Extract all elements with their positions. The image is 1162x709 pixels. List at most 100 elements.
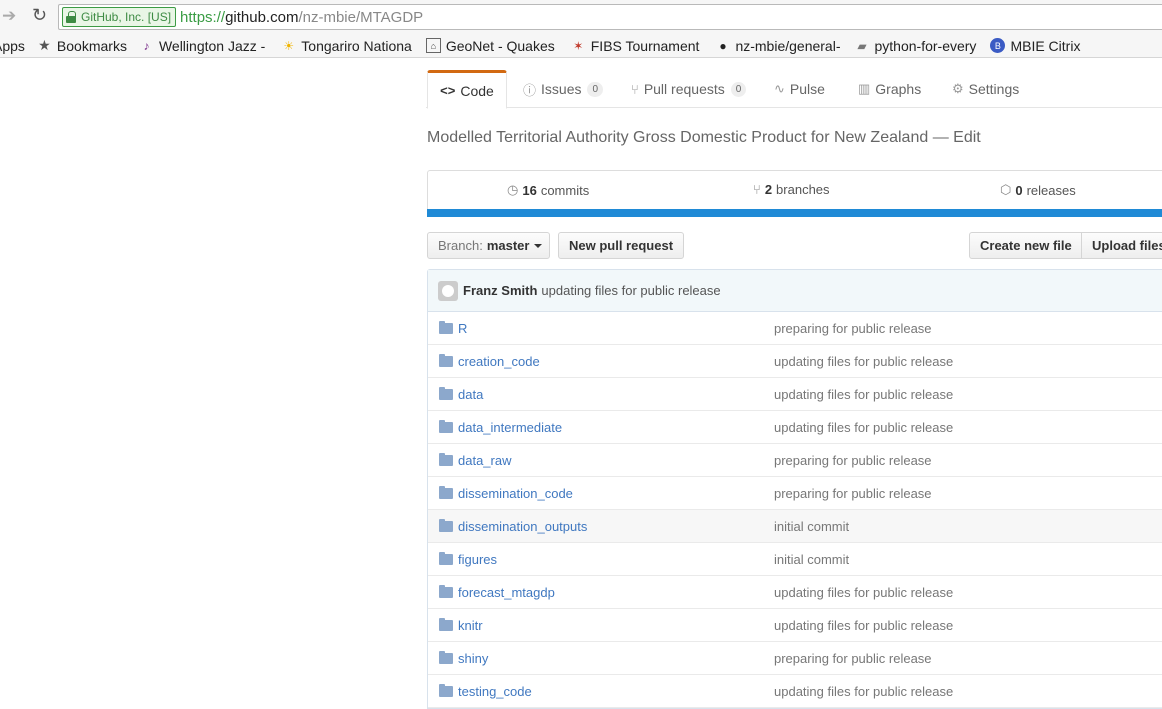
file-commit-message[interactable]: preparing for public release bbox=[774, 453, 932, 468]
commit-author[interactable]: Franz Smith bbox=[463, 283, 537, 298]
file-row: data updating files for public release bbox=[428, 378, 1162, 411]
tab-pull-requests[interactable]: ⑂ Pull requests 0 bbox=[631, 70, 747, 108]
folder-icon bbox=[439, 386, 453, 400]
bookmark-apps[interactable]: Apps bbox=[0, 34, 25, 57]
file-name-link[interactable]: dissemination_code bbox=[458, 486, 573, 501]
commit-message[interactable]: updating files for public release bbox=[541, 283, 720, 298]
numbers-summary: ◷ 16 commits ⑂ 2 branches ⬡ 0 releases bbox=[427, 170, 1162, 210]
file-row: data_raw preparing for public release bbox=[428, 444, 1162, 477]
issues-counter: 0 bbox=[587, 81, 604, 97]
tab-code[interactable]: <> Code bbox=[427, 70, 507, 109]
caret-down-icon bbox=[534, 243, 543, 248]
branch-select-button[interactable]: Branch: master bbox=[427, 232, 550, 259]
bookmark-nz-mbie-general[interactable]: ● nz-mbie/general- bbox=[715, 34, 840, 57]
folder-icon: ▰ bbox=[857, 38, 867, 53]
file-name-link[interactable]: data bbox=[458, 387, 483, 402]
lock-icon bbox=[66, 11, 76, 23]
graph-icon: ▥ bbox=[858, 81, 871, 96]
file-name-link[interactable]: dissemination_outputs bbox=[458, 519, 587, 534]
language-bar[interactable] bbox=[427, 209, 1162, 217]
file-name-link[interactable]: R bbox=[458, 321, 467, 336]
bookmark-tongariro[interactable]: ☀ Tongariro Nationa bbox=[281, 34, 411, 57]
tab-settings[interactable]: ⚙ Settings bbox=[952, 70, 1019, 108]
repo-nav: <> Code ⓘ Issues 0 ⑂ Pull requests 0 ∿ P… bbox=[426, 70, 1162, 109]
history-icon: ◷ bbox=[507, 182, 519, 197]
avatar[interactable] bbox=[438, 280, 458, 301]
file-row: shiny preparing for public release bbox=[428, 642, 1162, 675]
bookmark-python-for-every[interactable]: ▰ python-for-every bbox=[855, 34, 976, 57]
file-name-link[interactable]: data_raw bbox=[458, 453, 511, 468]
file-row: data_intermediate updating files for publ… bbox=[428, 411, 1162, 444]
file-commit-message[interactable]: preparing for public release bbox=[774, 321, 932, 336]
file-name-link[interactable]: creation_code bbox=[458, 354, 540, 369]
pull-request-icon: ⑂ bbox=[631, 81, 639, 97]
file-name-link[interactable]: forecast_mtagdp bbox=[458, 585, 555, 600]
reload-icon[interactable]: ↻ bbox=[32, 5, 47, 26]
jazz-icon: ♪ bbox=[143, 38, 150, 53]
file-name-link[interactable]: knitr bbox=[458, 618, 483, 633]
file-commit-message[interactable]: updating files for public release bbox=[774, 585, 953, 600]
fibs-icon: ✶ bbox=[573, 38, 584, 53]
file-commit-message[interactable]: updating files for public release bbox=[774, 684, 953, 699]
ev-certificate-badge[interactable]: GitHub, Inc. [US] bbox=[62, 7, 177, 27]
new-pull-request-button[interactable]: New pull request bbox=[558, 232, 685, 259]
edit-description-link[interactable]: Edit bbox=[953, 129, 981, 146]
file-row: forecast_mtagdp updating files for public… bbox=[428, 576, 1162, 609]
file-row: knitr updating files for public release bbox=[428, 609, 1162, 642]
tab-pulse[interactable]: ∿ Pulse bbox=[774, 70, 825, 108]
forward-icon[interactable]: ➔ bbox=[2, 6, 16, 26]
branch-icon: ⑂ bbox=[753, 182, 761, 197]
file-commit-message[interactable]: updating files for public release bbox=[774, 354, 953, 369]
file-name-link[interactable]: shiny bbox=[458, 651, 488, 666]
branches-link[interactable]: ⑂ 2 branches bbox=[753, 182, 830, 197]
folder-icon bbox=[439, 683, 453, 697]
file-navigation: Franz Smith updating files for public re… bbox=[427, 269, 1162, 709]
create-new-file-button[interactable]: Create new file bbox=[969, 232, 1083, 259]
file-commit-message[interactable]: preparing for public release bbox=[774, 486, 932, 501]
folder-icon bbox=[439, 617, 453, 631]
browser-toolbar: ➔ ↻ GitHub, Inc. [US] https://github.com… bbox=[0, 0, 1162, 34]
bookmark-folder-bookmarks[interactable]: ★ Bookmarks bbox=[37, 34, 127, 57]
file-commit-message[interactable]: initial commit bbox=[774, 519, 849, 534]
folder-icon bbox=[439, 419, 453, 433]
bookmark-mbie-citrix[interactable]: B MBIE Citrix bbox=[990, 34, 1080, 57]
ev-label: GitHub, Inc. [US] bbox=[81, 10, 172, 24]
bookmark-wellington-jazz[interactable]: ♪ Wellington Jazz - bbox=[139, 34, 265, 57]
tab-issues[interactable]: ⓘ Issues 0 bbox=[523, 70, 604, 108]
file-name-link[interactable]: data_intermediate bbox=[458, 420, 562, 435]
folder-icon bbox=[439, 551, 453, 565]
file-commit-message[interactable]: updating files for public release bbox=[774, 387, 953, 402]
weather-icon: ☀ bbox=[283, 38, 295, 53]
bookmark-label: Apps bbox=[0, 37, 25, 54]
file-name-link[interactable]: testing_code bbox=[458, 684, 532, 699]
file-commit-message[interactable]: updating files for public release bbox=[774, 618, 953, 633]
folder-icon bbox=[439, 353, 453, 367]
url-text[interactable]: https://github.com/nz-mbie/MTAGDP bbox=[180, 9, 423, 26]
latest-commit: Franz Smith updating files for public re… bbox=[428, 270, 1162, 312]
file-row: Rpreparing for public release bbox=[428, 312, 1162, 345]
file-name-link[interactable]: figures bbox=[458, 552, 497, 567]
pulse-icon: ∿ bbox=[774, 81, 785, 96]
tab-graphs[interactable]: ▥ Graphs bbox=[858, 70, 921, 108]
tag-icon: ⬡ bbox=[1000, 182, 1012, 197]
file-row: creation_code updating files for public r… bbox=[428, 345, 1162, 378]
bookmarks-bar: Apps ★ Bookmarks ♪ Wellington Jazz - ☀ T… bbox=[0, 34, 1162, 58]
gear-icon: ⚙ bbox=[952, 81, 964, 96]
issue-icon: ⓘ bbox=[523, 82, 537, 98]
folder-icon bbox=[439, 452, 453, 466]
upload-files-button[interactable]: Upload files bbox=[1081, 232, 1162, 259]
folder-icon bbox=[439, 485, 453, 499]
commits-link[interactable]: ◷ 16 commits bbox=[507, 182, 589, 198]
address-bar[interactable]: GitHub, Inc. [US] https://github.com/nz-… bbox=[58, 4, 1162, 30]
releases-link[interactable]: ⬡ 0 releases bbox=[1000, 182, 1076, 198]
geonet-icon: ⌂ bbox=[425, 38, 441, 53]
file-row: dissemination_code preparing for public r… bbox=[428, 477, 1162, 510]
file-commit-message[interactable]: updating files for public release bbox=[774, 420, 953, 435]
file-commit-message[interactable]: preparing for public release bbox=[774, 651, 932, 666]
bookmark-geonet[interactable]: ⌂ GeoNet - Quakes bbox=[425, 34, 555, 57]
file-commit-message[interactable]: initial commit bbox=[774, 552, 849, 567]
folder-icon bbox=[439, 518, 453, 532]
bookmark-fibs[interactable]: ✶ FIBS Tournament bbox=[571, 34, 699, 57]
repo-description: Modelled Territorial Authority Gross Dom… bbox=[427, 129, 981, 146]
github-icon: ● bbox=[719, 38, 727, 53]
